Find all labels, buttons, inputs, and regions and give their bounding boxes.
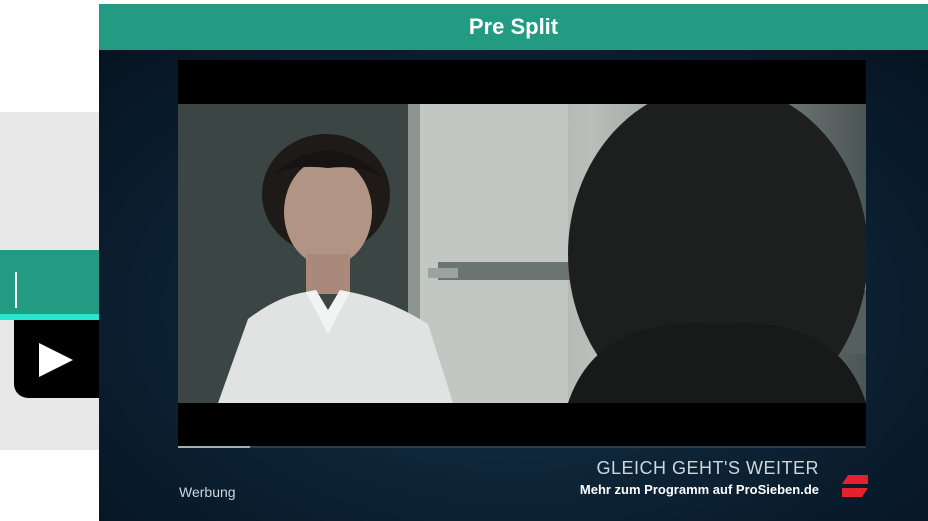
ad-progress-fill: [178, 446, 250, 448]
video-player[interactable]: Werbung GLEICH GEHT'S WEITER Mehr zum Pr…: [99, 50, 928, 521]
ad-label: Werbung: [179, 484, 236, 500]
play-icon: [39, 343, 73, 377]
page-title: Pre Split: [99, 4, 928, 50]
continue-subtitle: Mehr zum Programm auf ProSieben.de: [579, 482, 819, 497]
play-button[interactable]: [14, 320, 99, 398]
video-still-image: [178, 104, 866, 403]
prosieben-logo-icon: [842, 475, 868, 497]
video-frame[interactable]: [178, 104, 866, 403]
continue-title: GLEICH GEHT'S WEITER: [596, 458, 819, 478]
ad-progress-bar[interactable]: [178, 446, 866, 448]
text-cursor: [15, 272, 17, 308]
